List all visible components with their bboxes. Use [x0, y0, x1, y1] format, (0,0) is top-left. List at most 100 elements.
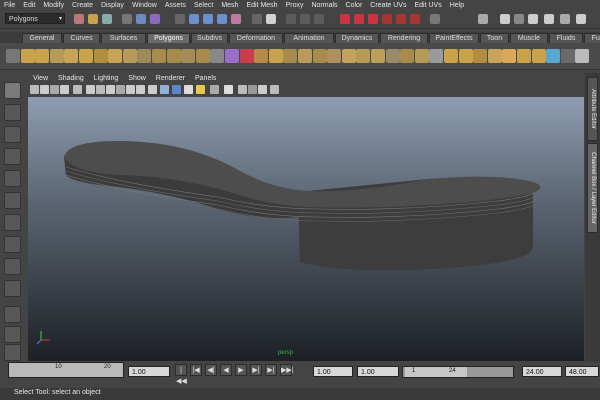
shelf-tab-painteffects[interactable]: PaintEffects: [429, 33, 479, 43]
go-to-end-button[interactable]: ▶▶|: [280, 364, 294, 376]
combine-icon[interactable]: [152, 49, 166, 63]
snap-point-icon[interactable]: [203, 14, 213, 24]
spherical-mapping-icon[interactable]: [473, 49, 488, 63]
shelf-tab-deformation[interactable]: Deformation: [229, 33, 283, 43]
planar-mapping-icon[interactable]: [444, 49, 458, 63]
poly-plane-icon[interactable]: [79, 49, 93, 63]
shelf-tab-curves[interactable]: Curves: [63, 33, 100, 43]
separate-icon[interactable]: [166, 49, 181, 63]
play-backwards-button[interactable]: ◀: [220, 364, 232, 376]
insert-edge-loop-icon[interactable]: [356, 49, 371, 63]
menu-create-uvs[interactable]: Create UVs: [366, 2, 410, 9]
safe-action-icon[interactable]: [126, 85, 135, 94]
harden-edge-icon[interactable]: [560, 49, 575, 63]
menu-assets[interactable]: Assets: [161, 2, 190, 9]
poly-pyramid-icon[interactable]: [122, 49, 137, 63]
shelf-tab-subdivs[interactable]: Subdivs: [191, 33, 228, 43]
select-component-icon[interactable]: [150, 14, 160, 24]
step-forward-frame-button[interactable]: ▶|: [250, 364, 262, 376]
show-manipulator-tool-icon[interactable]: [4, 258, 21, 275]
menu-edit-mesh[interactable]: Edit Mesh: [242, 2, 281, 9]
attribute-editor-tab[interactable]: Attribute Editor: [587, 77, 598, 141]
menu-edit-uvs[interactable]: Edit UVs: [410, 2, 445, 9]
open-scene-icon[interactable]: [88, 14, 98, 24]
menu-window[interactable]: Window: [128, 2, 161, 9]
grid-icon[interactable]: [73, 85, 82, 94]
viewport-persp[interactable]: persp: [28, 97, 584, 361]
select-tool-icon[interactable]: [4, 82, 21, 99]
end-time-field[interactable]: 48.00: [565, 366, 599, 377]
show-hide-tool-settings-icon[interactable]: [514, 14, 524, 24]
shelf-tab-animation[interactable]: Animation: [284, 33, 334, 43]
menu-modify[interactable]: Modify: [39, 2, 68, 9]
render-current-frame-icon[interactable]: [286, 14, 296, 24]
snap-curve-icon[interactable]: [189, 14, 199, 24]
menu-create[interactable]: Create: [68, 2, 97, 9]
bookmarks-icon[interactable]: [50, 85, 59, 94]
quadrangulate-icon[interactable]: [283, 49, 298, 63]
play-forwards-button[interactable]: ▶: [235, 364, 247, 376]
soft-mod-icon[interactable]: [354, 14, 364, 24]
chamfer-icon[interactable]: [400, 49, 415, 63]
cylindrical-mapping-icon[interactable]: [458, 49, 473, 63]
automatic-mapping-icon[interactable]: [487, 49, 502, 63]
extract-icon[interactable]: [181, 49, 196, 63]
ipr-render-icon[interactable]: [300, 14, 310, 24]
append-polygon-icon[interactable]: [327, 49, 342, 63]
booleans-icon[interactable]: [210, 49, 225, 63]
poly-cube-icon[interactable]: [35, 49, 50, 63]
step-back-key-button[interactable]: |◀: [190, 364, 202, 376]
step-forward-key-button[interactable]: ▶|: [265, 364, 277, 376]
time-ruler[interactable]: 10 20: [8, 362, 124, 378]
poly-torus-icon[interactable]: [93, 49, 108, 63]
cluster-icon[interactable]: [382, 14, 392, 24]
panel-menu-panels[interactable]: Panels: [190, 75, 221, 82]
save-scene-icon[interactable]: [102, 14, 112, 24]
panel-menu-view[interactable]: View: [28, 75, 53, 82]
magnet-icon[interactable]: [410, 14, 420, 24]
menu-proxy[interactable]: Proxy: [282, 2, 308, 9]
history-icon[interactable]: [252, 14, 262, 24]
menu-help[interactable]: Help: [446, 2, 468, 9]
backface-culling-icon[interactable]: [270, 85, 279, 94]
lasso-tool-icon[interactable]: [4, 104, 21, 121]
reduce-icon[interactable]: [254, 49, 269, 63]
make-live-icon[interactable]: [231, 14, 241, 24]
shelf-tab-dynamics[interactable]: Dynamics: [335, 33, 379, 43]
wire-icon[interactable]: [396, 14, 406, 24]
graph-editor-icon[interactable]: [560, 14, 570, 24]
texture-icon[interactable]: [184, 85, 193, 94]
show-hide-attribute-icon[interactable]: [478, 14, 488, 24]
playback-end-field[interactable]: 24.00: [522, 366, 562, 377]
last-tool-icon[interactable]: [4, 280, 21, 297]
shelf-tab-polygons[interactable]: Polygons: [147, 33, 190, 43]
manipulator-tool-icon[interactable]: [4, 214, 21, 231]
panel-menu-renderer[interactable]: Renderer: [151, 75, 190, 82]
shelf-tab-general[interactable]: General: [22, 33, 62, 43]
four-view-layout-icon[interactable]: [4, 326, 21, 343]
poly-cylinder-icon[interactable]: [49, 49, 64, 63]
panel-menu-show[interactable]: Show: [123, 75, 151, 82]
use-all-lights-icon[interactable]: [196, 85, 205, 94]
menu-edit[interactable]: Edit: [19, 2, 39, 9]
smooth-shade-icon[interactable]: [160, 85, 169, 94]
soft-mod-tool-icon[interactable]: [4, 236, 21, 253]
show-hide-channel-box-icon[interactable]: [500, 14, 510, 24]
shelf-tab-muscle[interactable]: Muscle: [510, 33, 548, 43]
panel-menu-shading[interactable]: Shading: [53, 75, 89, 82]
new-scene-icon[interactable]: [74, 14, 84, 24]
playback-start-field[interactable]: 1.00: [357, 366, 399, 377]
go-to-start-button[interactable]: |◀◀: [175, 364, 187, 385]
poly-cone-icon[interactable]: [64, 49, 79, 63]
camera-attributes-icon[interactable]: [40, 85, 49, 94]
shelf-tab-surfaces[interactable]: Surfaces: [101, 33, 146, 43]
menu-mesh[interactable]: Mesh: [217, 2, 242, 9]
triangulate-icon[interactable]: [268, 49, 283, 63]
sculpt-icon[interactable]: [340, 14, 350, 24]
merge-icon[interactable]: [385, 49, 400, 63]
menu-display[interactable]: Display: [97, 2, 128, 9]
bevel-icon[interactable]: [414, 49, 429, 63]
time-slider[interactable]: 10 20 1.00 |◀◀ |◀ ◀| ◀ ▶ ▶| ▶| ▶▶| 1.00 …: [0, 362, 600, 385]
split-polygon-icon[interactable]: [341, 49, 356, 63]
image-plane-icon[interactable]: [60, 85, 69, 94]
